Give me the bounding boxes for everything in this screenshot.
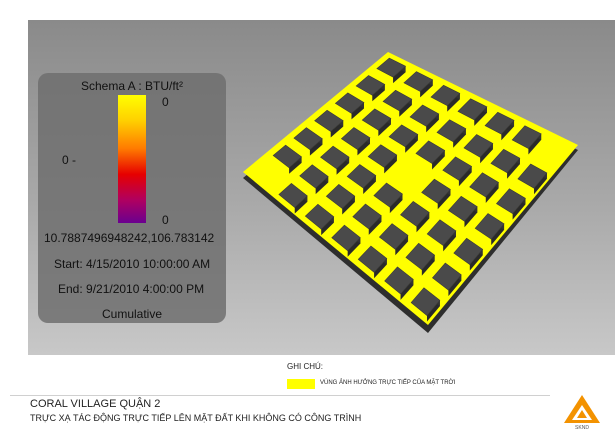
- location-coordinates: 10.7887496948242,106.783142: [44, 231, 215, 245]
- mode-label: Cumulative: [101, 307, 163, 321]
- note-text: VÙNG ẢNH HƯỞNG TRỰC TIẾP CỦA MẶT TRỜI: [320, 380, 456, 386]
- legend-panel: Schema A : BTU/ft² 0 0 0 - 10.7887496948…: [38, 73, 226, 323]
- note-swatch: [287, 379, 315, 389]
- end-time: End: 9/21/2010 4:00:00 PM: [58, 282, 205, 296]
- legend-title: Schema A : BTU/ft²: [80, 79, 184, 93]
- logo-text: SKND: [575, 425, 589, 431]
- 3d-viewport[interactable]: Schema A : BTU/ft² 0 0 0 - 10.7887496948…: [28, 20, 615, 355]
- scale-mid-label: 0 -: [62, 153, 77, 167]
- color-scale-bar: [118, 95, 146, 223]
- scale-bottom-label: 0: [162, 213, 169, 227]
- scale-top-label: 0: [162, 95, 169, 109]
- company-logo: SKND: [564, 395, 600, 431]
- footer-divider: [10, 395, 550, 396]
- start-time: Start: 4/15/2010 10:00:00 AM: [54, 257, 211, 271]
- note-label: GHI CHÚ:: [287, 362, 323, 371]
- project-subtitle: TRỰC XẠ TÁC ĐỘNG TRỰC TIẾP LÊN MẶT ĐẤT K…: [30, 413, 362, 423]
- project-title: CORAL VILLAGE QUẬN 2: [30, 398, 161, 410]
